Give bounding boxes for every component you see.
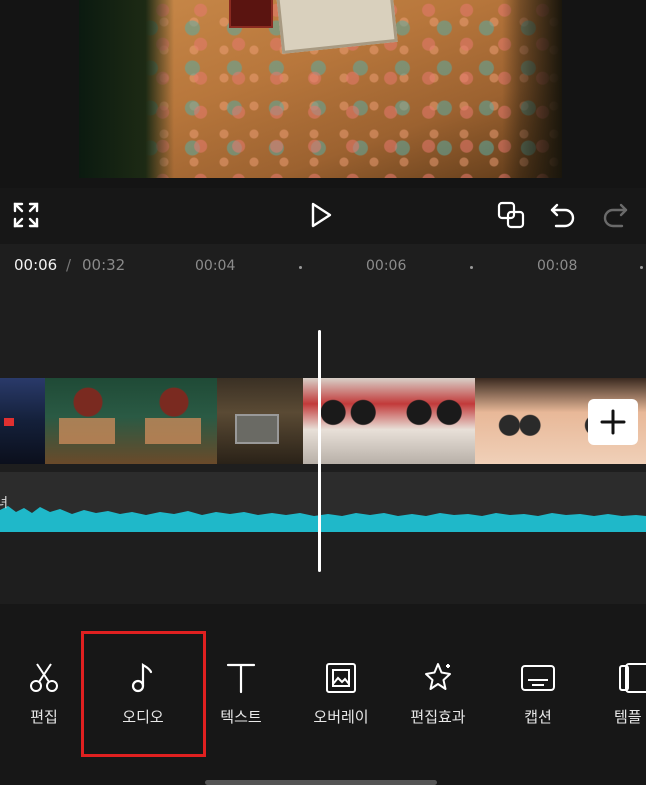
scissors-icon [26,660,62,696]
clip-thumbnail [303,378,389,464]
video-preview[interactable] [0,0,646,188]
playhead[interactable] [318,330,321,572]
tool-effects[interactable]: 편집효과 [393,660,483,730]
total-duration: 00:32 [82,256,126,274]
tool-captions[interactable]: 캡션 [493,660,583,730]
tool-text[interactable]: 텍스트 [196,660,286,730]
audio-tool-highlight [81,631,206,757]
tool-label: 편집 [30,708,58,726]
tool-edit[interactable]: 편집 [0,660,89,730]
clip-thumbnail [217,378,303,464]
clip-thumbnail [389,378,475,464]
video-frame [79,0,562,178]
clip-thumbnail [131,378,217,464]
add-clip-button[interactable] [588,399,638,445]
ruler-tick: 00:08 [537,258,578,274]
play-icon[interactable] [304,198,338,232]
tool-overlay[interactable]: 오버레이 [296,660,386,730]
video-track[interactable] [0,378,646,464]
ruler-dot [299,266,302,269]
playback-controls [0,188,646,244]
template-icon [616,660,646,696]
frame-shadow-left [79,0,174,178]
ruler-tick: 00:04 [195,258,236,274]
overlay-icon [323,660,359,696]
keyframe-icon[interactable] [494,198,528,232]
frame-object-red [229,0,273,28]
text-icon [223,660,259,696]
current-time: 00:06 [14,256,58,274]
ruler-dot [470,266,473,269]
tool-label: 텍스트 [220,708,262,726]
caption-icon [520,660,556,696]
timeline[interactable]: 00:06 / 00:32 00:04 00:06 00:08 녀 [0,244,646,604]
ruler-dot [640,266,643,269]
tool-label: 템플 [614,708,642,726]
tool-template[interactable]: 템플 [592,660,646,730]
audio-track[interactable]: 녀 [0,472,646,532]
frame-shadow-right [502,0,562,178]
undo-icon[interactable] [546,198,580,232]
clip-thumbnail [0,378,45,464]
clip-thumbnail [45,378,131,464]
audio-waveform [0,506,646,532]
redo-icon[interactable] [598,198,632,232]
tool-label: 편집효과 [410,708,466,726]
fullscreen-icon[interactable] [9,198,43,232]
time-separator: / [66,256,72,274]
tool-label: 오버레이 [313,708,369,726]
plus-icon [600,409,626,435]
audio-track-label: 녀 [0,496,8,511]
ruler-tick: 00:06 [366,258,407,274]
home-indicator [205,780,437,785]
clip-thumbnail [475,378,561,464]
time-ruler: 00:06 / 00:32 00:04 00:06 00:08 [0,244,646,288]
tool-label: 캡션 [524,708,552,726]
sparkle-icon [420,660,456,696]
frame-object-box [276,0,398,54]
